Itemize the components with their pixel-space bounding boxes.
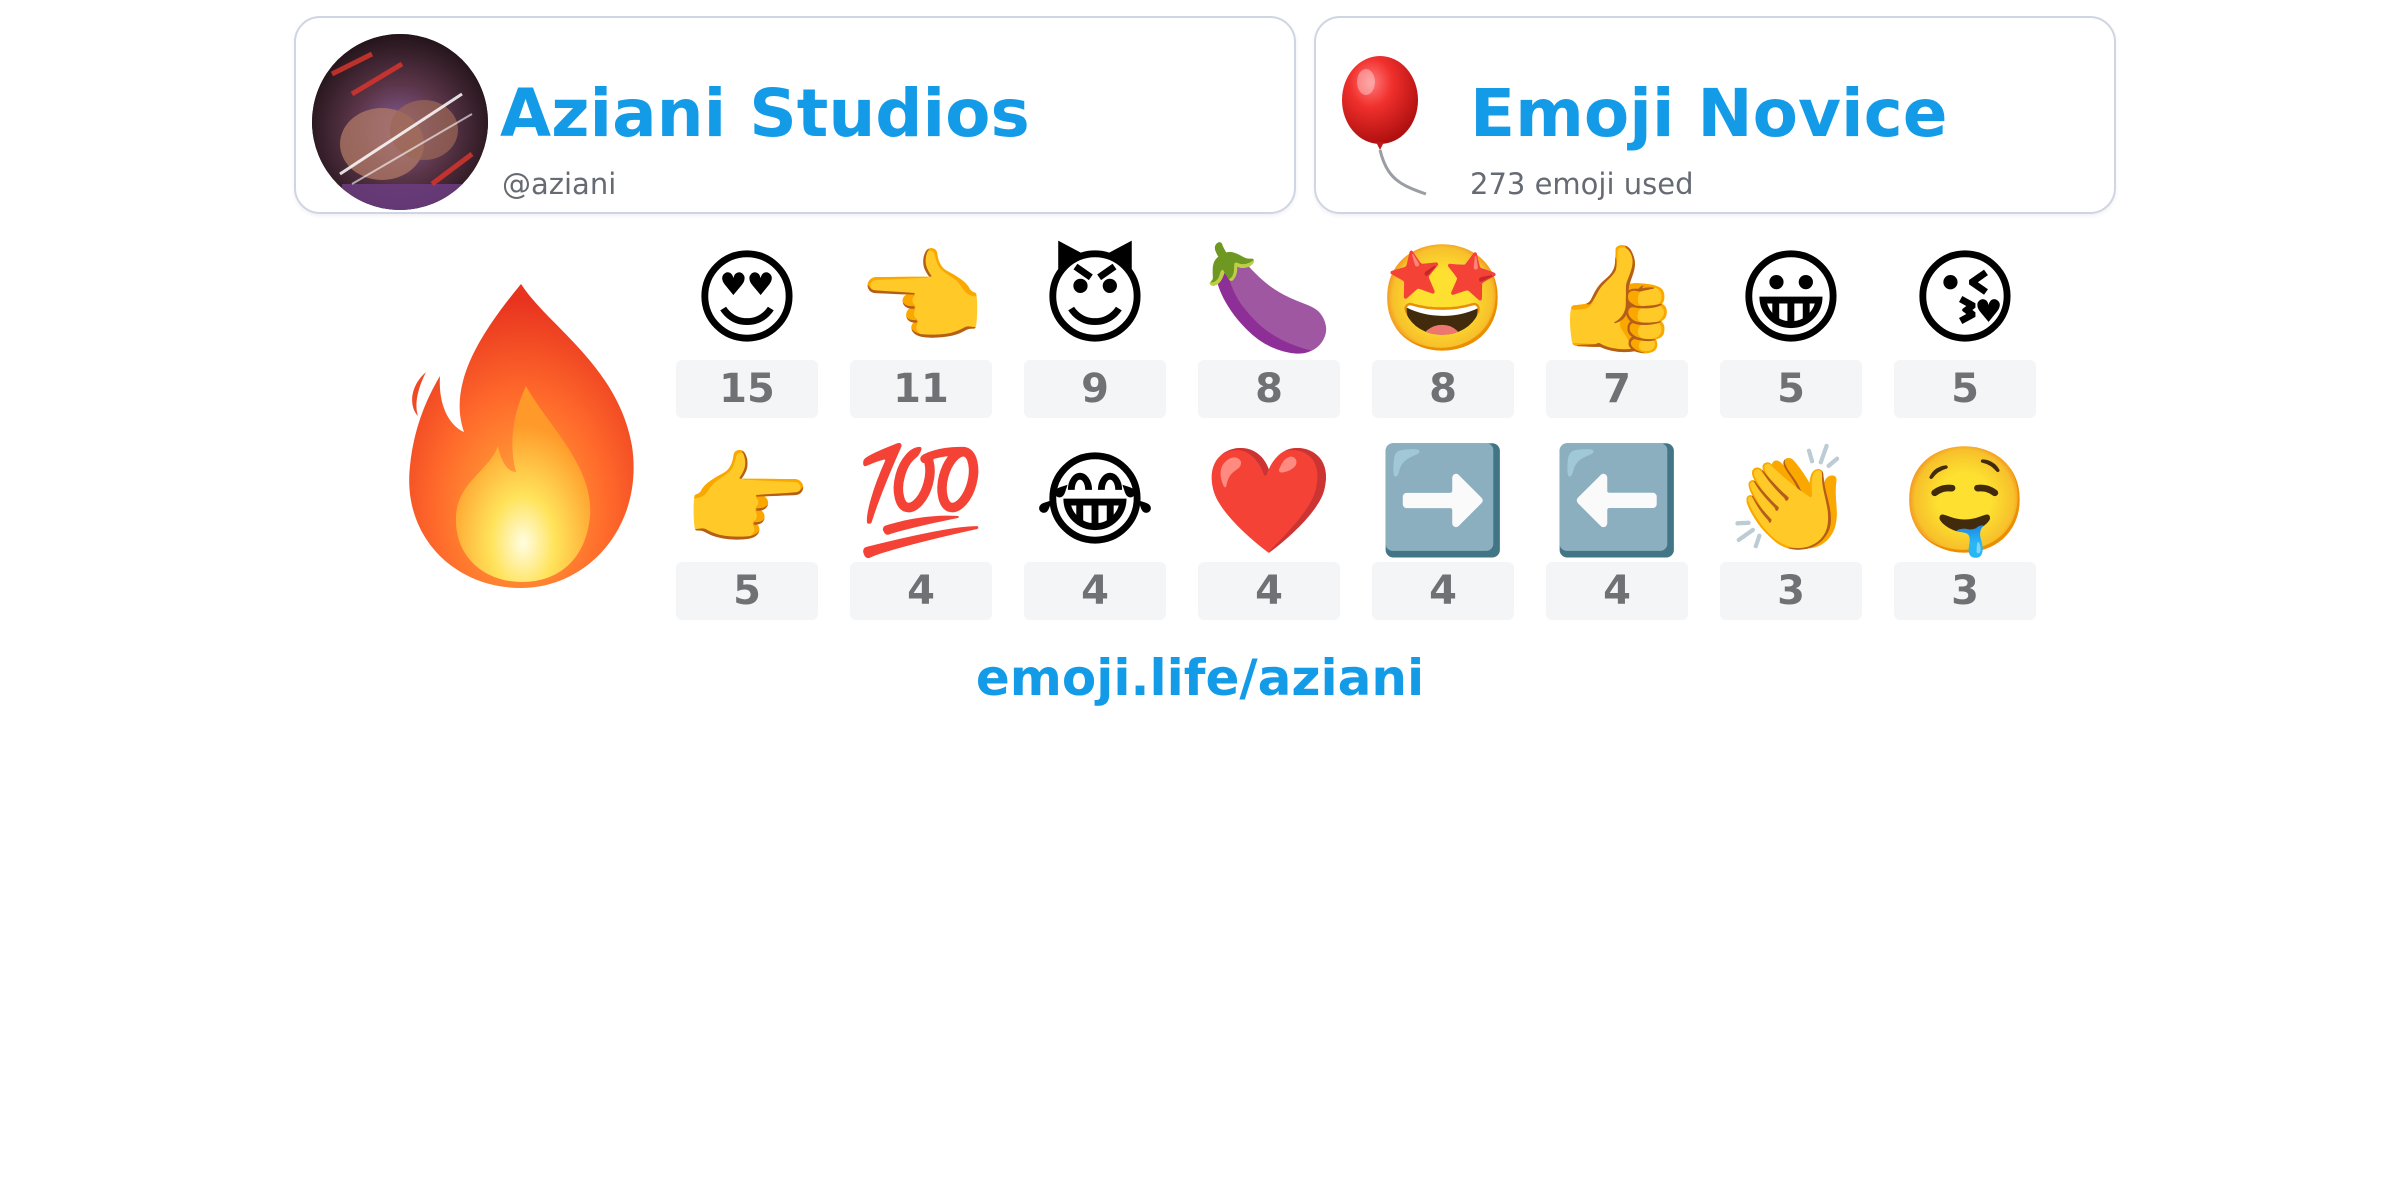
profile-handle: @aziani — [502, 167, 617, 201]
emoji-count: 4 — [1024, 562, 1166, 620]
profile-name: Aziani Studios — [500, 75, 1030, 152]
emoji-count: 15 — [676, 360, 818, 418]
pointing-left-icon: 👈 — [856, 237, 986, 359]
emoji-count: 4 — [1546, 562, 1688, 620]
emoji-stats-grid: 😍 15 👈 11 😈 9 🍆 8 🤩 8 👍 7 😀 5 😘 5 👉 5 💯 4 😂 4 ❤️ 4 ➡️ 4 ⬅️ 4 👏 3 🤤 3 — [676, 236, 2044, 628]
emoji-stat-cell[interactable]: 👈 11 — [850, 236, 992, 418]
emoji-stat-cell[interactable]: 😀 5 — [1720, 236, 1862, 418]
emoji-stat-cell[interactable]: 💯 4 — [850, 438, 992, 620]
heart-eyes-icon: 😍 — [692, 237, 802, 359]
emoji-profile-page: Aziani Studios @aziani Emoji Novice 273 — [0, 0, 2400, 1200]
eggplant-icon: 🍆 — [1204, 237, 1334, 359]
emoji-stat-cell[interactable]: 🤩 8 — [1372, 236, 1514, 418]
profile-link[interactable]: emoji.life/aziani — [0, 646, 2400, 710]
emoji-count: 5 — [1720, 360, 1862, 418]
pointing-right-icon: 👉 — [682, 439, 812, 561]
rank-title: Emoji Novice — [1470, 75, 1948, 152]
drooling-face-icon: 🤤 — [1900, 439, 2030, 561]
face-blowing-kiss-icon: 😘 — [1910, 237, 2020, 359]
emoji-stat-cell[interactable]: 👍 7 — [1546, 236, 1688, 418]
emoji-count: 5 — [676, 562, 818, 620]
emoji-count: 4 — [1372, 562, 1514, 620]
star-struck-icon: 🤩 — [1378, 237, 1508, 359]
emoji-count: 3 — [1894, 562, 2036, 620]
emoji-count: 4 — [1198, 562, 1340, 620]
emoji-count: 8 — [1198, 360, 1340, 418]
avatar-image — [312, 34, 488, 210]
emoji-stat-cell[interactable]: 😍 15 — [676, 236, 818, 418]
fire-icon — [398, 276, 644, 592]
emoji-stat-cell[interactable]: ➡️ 4 — [1372, 438, 1514, 620]
smiling-devil-icon: 😈 — [1040, 237, 1150, 359]
emoji-count: 9 — [1024, 360, 1166, 418]
emoji-count: 7 — [1546, 360, 1688, 418]
grinning-face-icon: 😀 — [1736, 237, 1846, 359]
emoji-count: 8 — [1372, 360, 1514, 418]
clapping-hands-icon: 👏 — [1726, 439, 1856, 561]
red-heart-icon: ❤️ — [1204, 439, 1334, 561]
emoji-stat-cell[interactable]: 👉 5 — [676, 438, 818, 620]
emoji-stat-cell[interactable]: 😘 5 — [1894, 236, 2036, 418]
hundred-points-icon: 💯 — [856, 439, 986, 561]
thumbs-up-icon: 👍 — [1552, 237, 1682, 359]
emoji-stat-cell[interactable]: ❤️ 4 — [1198, 438, 1340, 620]
balloon-icon — [1334, 54, 1434, 204]
emoji-used-count: 273 emoji used — [1470, 167, 1694, 201]
right-arrow-icon: ➡️ — [1378, 439, 1508, 561]
profile-card: Aziani Studios @aziani — [294, 16, 1296, 214]
tears-of-joy-icon: 😂 — [1034, 439, 1156, 561]
rank-card: Emoji Novice 273 emoji used — [1314, 16, 2116, 214]
emoji-stat-cell[interactable]: 🍆 8 — [1198, 236, 1340, 418]
left-arrow-icon: ⬅️ — [1552, 439, 1682, 561]
emoji-count: 4 — [850, 562, 992, 620]
emoji-stat-cell[interactable]: 😈 9 — [1024, 236, 1166, 418]
emoji-stat-cell[interactable]: 🤤 3 — [1894, 438, 2036, 620]
emoji-count: 3 — [1720, 562, 1862, 620]
emoji-stat-cell[interactable]: 😂 4 — [1024, 438, 1166, 620]
emoji-count: 11 — [850, 360, 992, 418]
avatar[interactable] — [312, 34, 488, 210]
emoji-stat-cell[interactable]: 👏 3 — [1720, 438, 1862, 620]
emoji-stat-cell[interactable]: ⬅️ 4 — [1546, 438, 1688, 620]
emoji-count: 5 — [1894, 360, 2036, 418]
